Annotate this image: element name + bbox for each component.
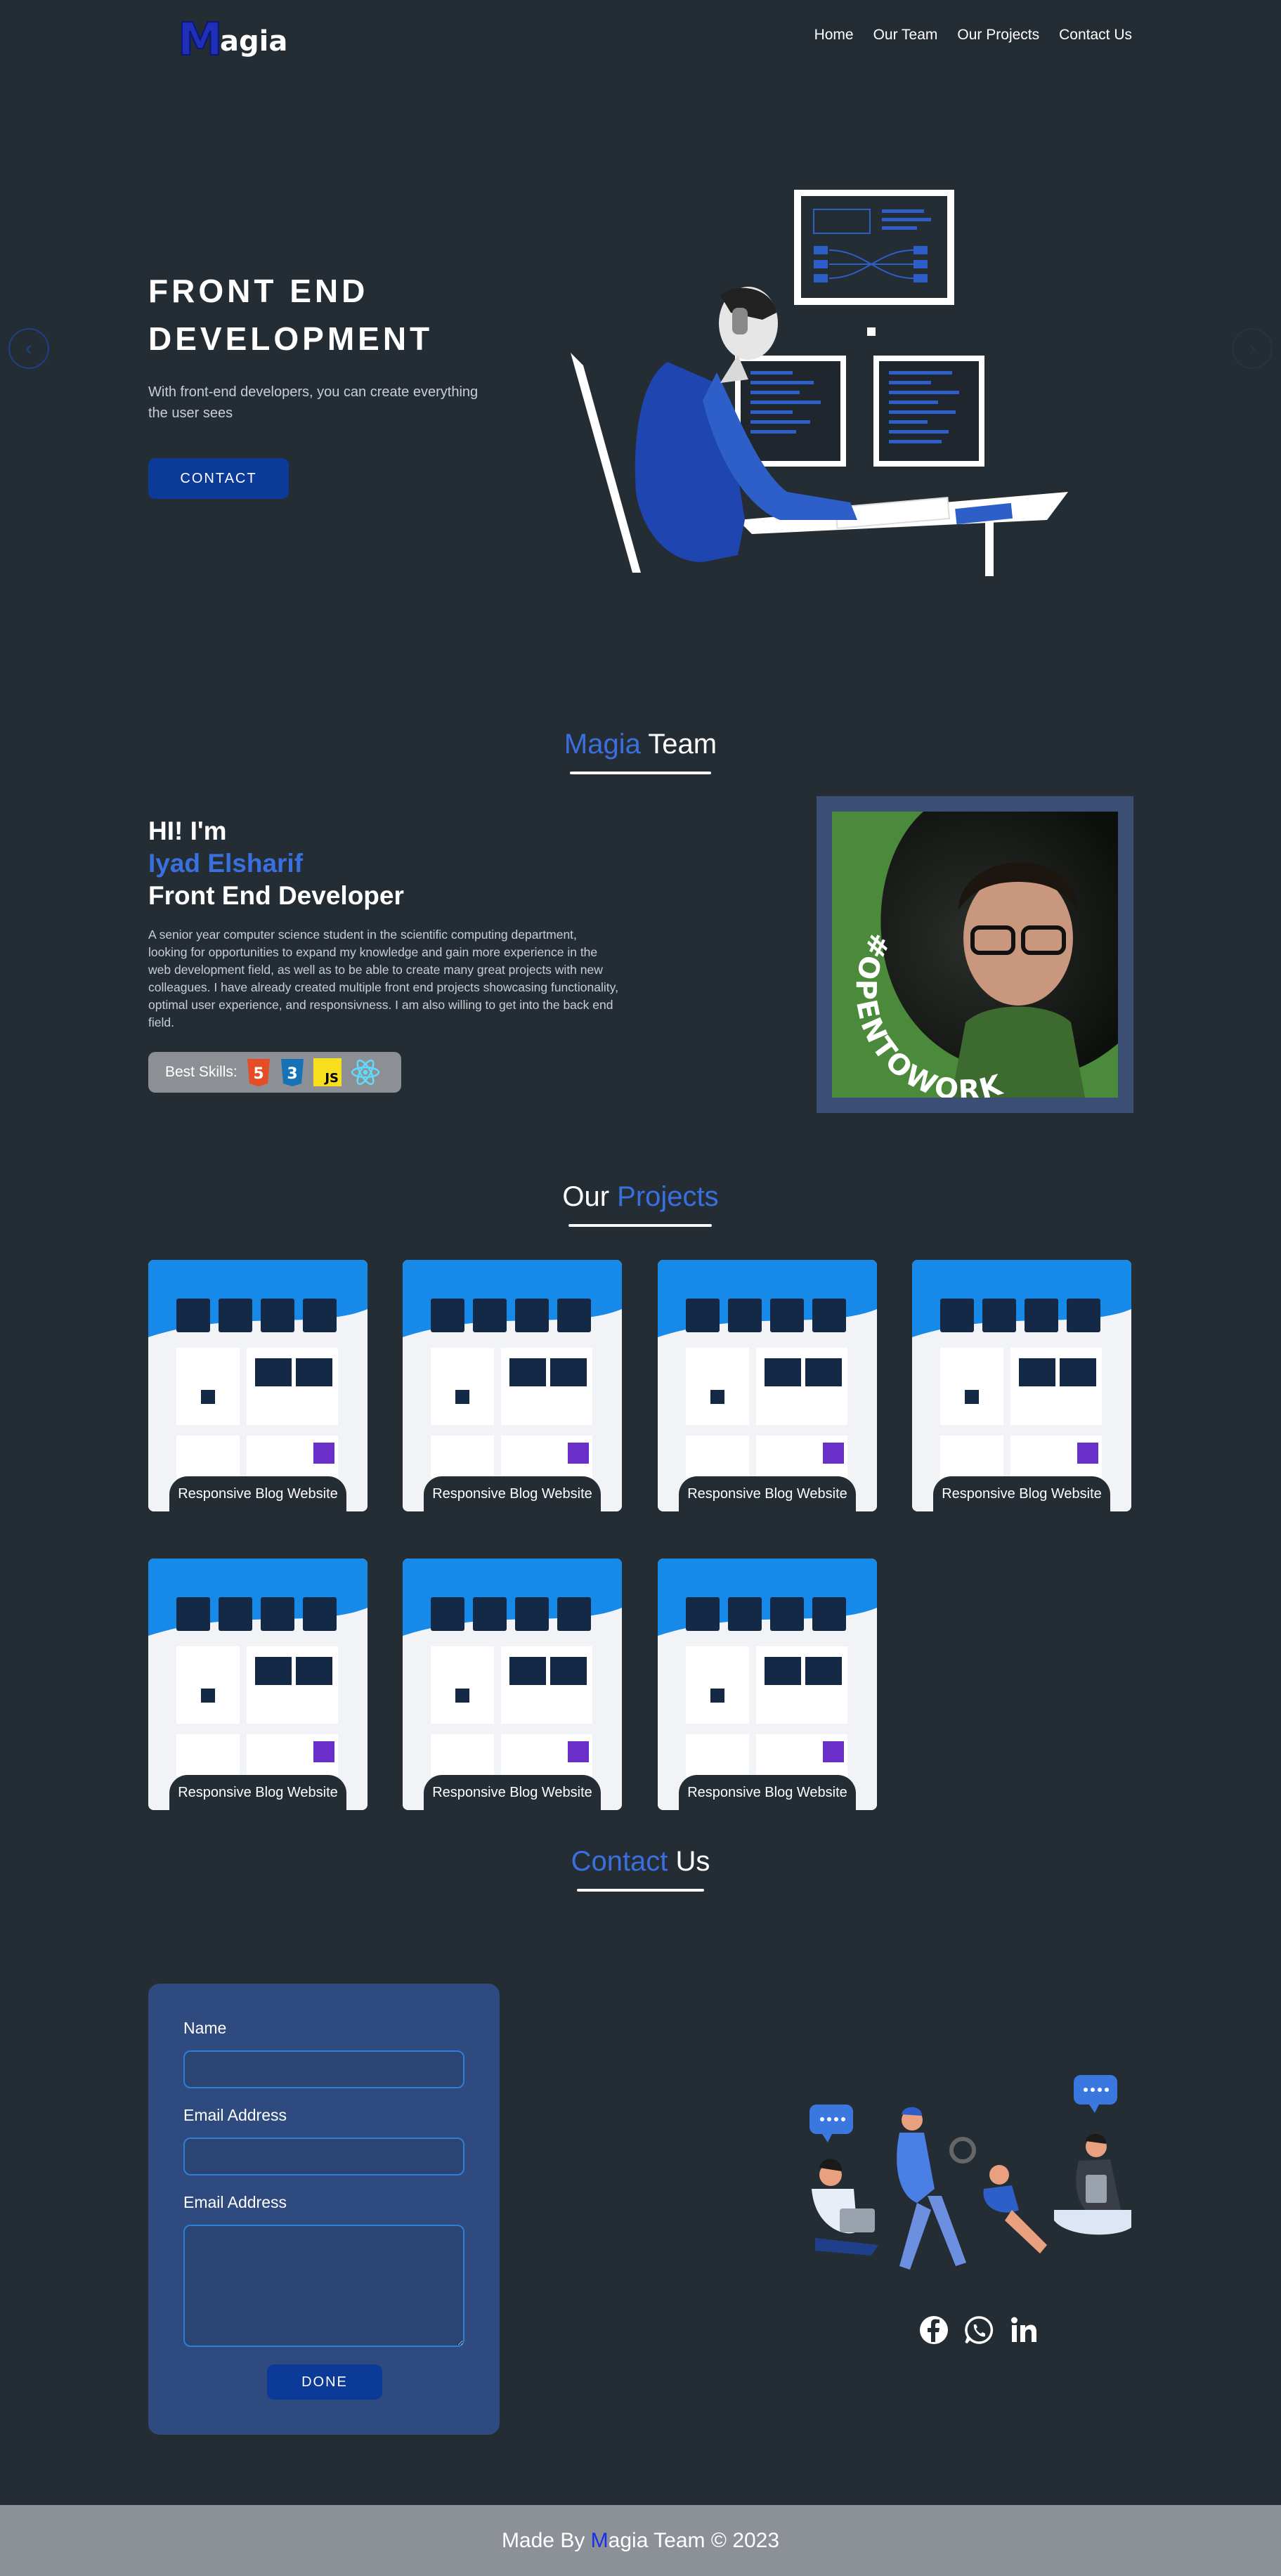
team-greeting: HI! I'm: [148, 817, 227, 845]
footer-prefix: Made By: [501, 2528, 591, 2552]
contact-section-title: Contact Us: [0, 1846, 1281, 1878]
nav-our-projects[interactable]: Our Projects: [957, 27, 1039, 44]
nav-contact-us[interactable]: Contact Us: [1059, 27, 1132, 44]
social-links: [919, 2315, 1039, 2345]
developer-illustration: [562, 189, 1082, 583]
project-card[interactable]: Responsive Blog Website: [148, 1260, 368, 1511]
project-thumbnail: [148, 1559, 368, 1810]
hero-title-line2: Development: [148, 320, 434, 357]
nav-our-team[interactable]: Our Team: [873, 27, 938, 44]
done-button[interactable]: Done: [267, 2364, 382, 2400]
project-card-label: Responsive Blog Website: [424, 1476, 601, 1511]
carousel-prev-button[interactable]: ‹: [8, 328, 49, 369]
footer: Made By Magia Team © 2023: [0, 2505, 1281, 2576]
chevron-left-icon: ‹: [25, 337, 32, 360]
name-label: Name: [183, 2019, 227, 2037]
team-chat-illustration: [801, 2069, 1138, 2284]
chevron-right-icon: ›: [1249, 337, 1256, 360]
svg-text:M: M: [178, 14, 223, 66]
project-thumbnail: [403, 1559, 622, 1810]
project-card[interactable]: Responsive Blog Website: [912, 1260, 1131, 1511]
team-intro: HI! I'm Iyad Elsharif Front End Develope…: [148, 815, 404, 912]
message-label: Email Address: [183, 2193, 287, 2211]
footer-brand-letter: M: [590, 2528, 609, 2552]
footer-suffix: agia Team © 2023: [608, 2528, 780, 2552]
email-input[interactable]: [183, 2138, 464, 2175]
project-card-label: Responsive Blog Website: [169, 1775, 346, 1810]
skills-bar: Best Skills: 5 3 JS: [148, 1052, 401, 1093]
svg-text:5: 5: [253, 1065, 264, 1083]
team-title-rest: Team: [640, 729, 717, 760]
team-member-description: A senior year computer science student i…: [148, 928, 618, 1029]
contact-title-rest: Us: [668, 1846, 710, 1877]
team-title-underline: [570, 772, 711, 774]
project-thumbnail: [148, 1260, 368, 1511]
react-icon: [350, 1058, 381, 1086]
css3-icon: 3: [280, 1058, 305, 1087]
main-nav: Home Our Team Our Projects Contact Us: [814, 27, 1132, 44]
svg-text:3: 3: [287, 1065, 297, 1083]
javascript-icon: JS: [313, 1058, 342, 1086]
projects-title-underline: [568, 1224, 712, 1227]
project-card[interactable]: Responsive Blog Website: [148, 1559, 368, 1810]
hero-subtitle: With front-end developers, you can creat…: [148, 384, 479, 421]
project-card-label: Responsive Blog Website: [424, 1775, 601, 1810]
project-card-label: Responsive Blog Website: [933, 1476, 1110, 1511]
svg-text:agia: agia: [220, 25, 287, 58]
linkedin-icon[interactable]: [1009, 2315, 1039, 2345]
team-section-title: Magia Team: [0, 729, 1281, 760]
project-thumbnail: [912, 1260, 1131, 1511]
project-thumbnail: [658, 1260, 877, 1511]
facebook-icon[interactable]: [919, 2315, 949, 2345]
project-card-label: Responsive Blog Website: [679, 1476, 856, 1511]
email-label: Email Address: [183, 2106, 287, 2124]
team-member-name: Iyad Elsharif: [148, 849, 304, 878]
name-input[interactable]: [183, 2050, 464, 2088]
project-card-label: Responsive Blog Website: [679, 1775, 856, 1810]
projects-title-rest: Our: [562, 1181, 618, 1212]
team-member-photo: #OPENTOWORK: [832, 812, 1118, 1098]
project-card[interactable]: Responsive Blog Website: [658, 1559, 877, 1810]
project-thumbnail: [658, 1559, 877, 1810]
project-card[interactable]: Responsive Blog Website: [403, 1559, 622, 1810]
svg-text:JS: JS: [323, 1071, 339, 1086]
carousel-next-button[interactable]: ›: [1232, 328, 1273, 369]
message-textarea[interactable]: [183, 2225, 464, 2347]
nav-home[interactable]: Home: [814, 27, 854, 44]
hero-title: Front End Development: [148, 267, 433, 363]
projects-section-title: Our Projects: [0, 1181, 1281, 1213]
project-card[interactable]: Responsive Blog Website: [403, 1260, 622, 1511]
project-card[interactable]: Responsive Blog Website: [658, 1260, 877, 1511]
project-card-label: Responsive Blog Website: [169, 1476, 346, 1511]
hero-title-line1: Front End: [148, 273, 369, 309]
projects-title-accent: Projects: [617, 1181, 719, 1212]
hero-contact-button[interactable]: Contact: [148, 458, 289, 499]
project-thumbnail: [403, 1260, 622, 1511]
team-title-accent: Magia: [564, 729, 641, 760]
team-member-photo-frame: #OPENTOWORK: [817, 796, 1133, 1113]
skills-label: Best Skills:: [165, 1064, 238, 1080]
contact-title-accent: Contact: [571, 1846, 668, 1877]
team-member-role: Front End Developer: [148, 881, 404, 910]
html5-icon: 5: [246, 1058, 271, 1087]
contact-title-underline: [577, 1889, 704, 1892]
whatsapp-icon[interactable]: [964, 2315, 994, 2345]
logo[interactable]: M agia: [177, 10, 297, 67]
